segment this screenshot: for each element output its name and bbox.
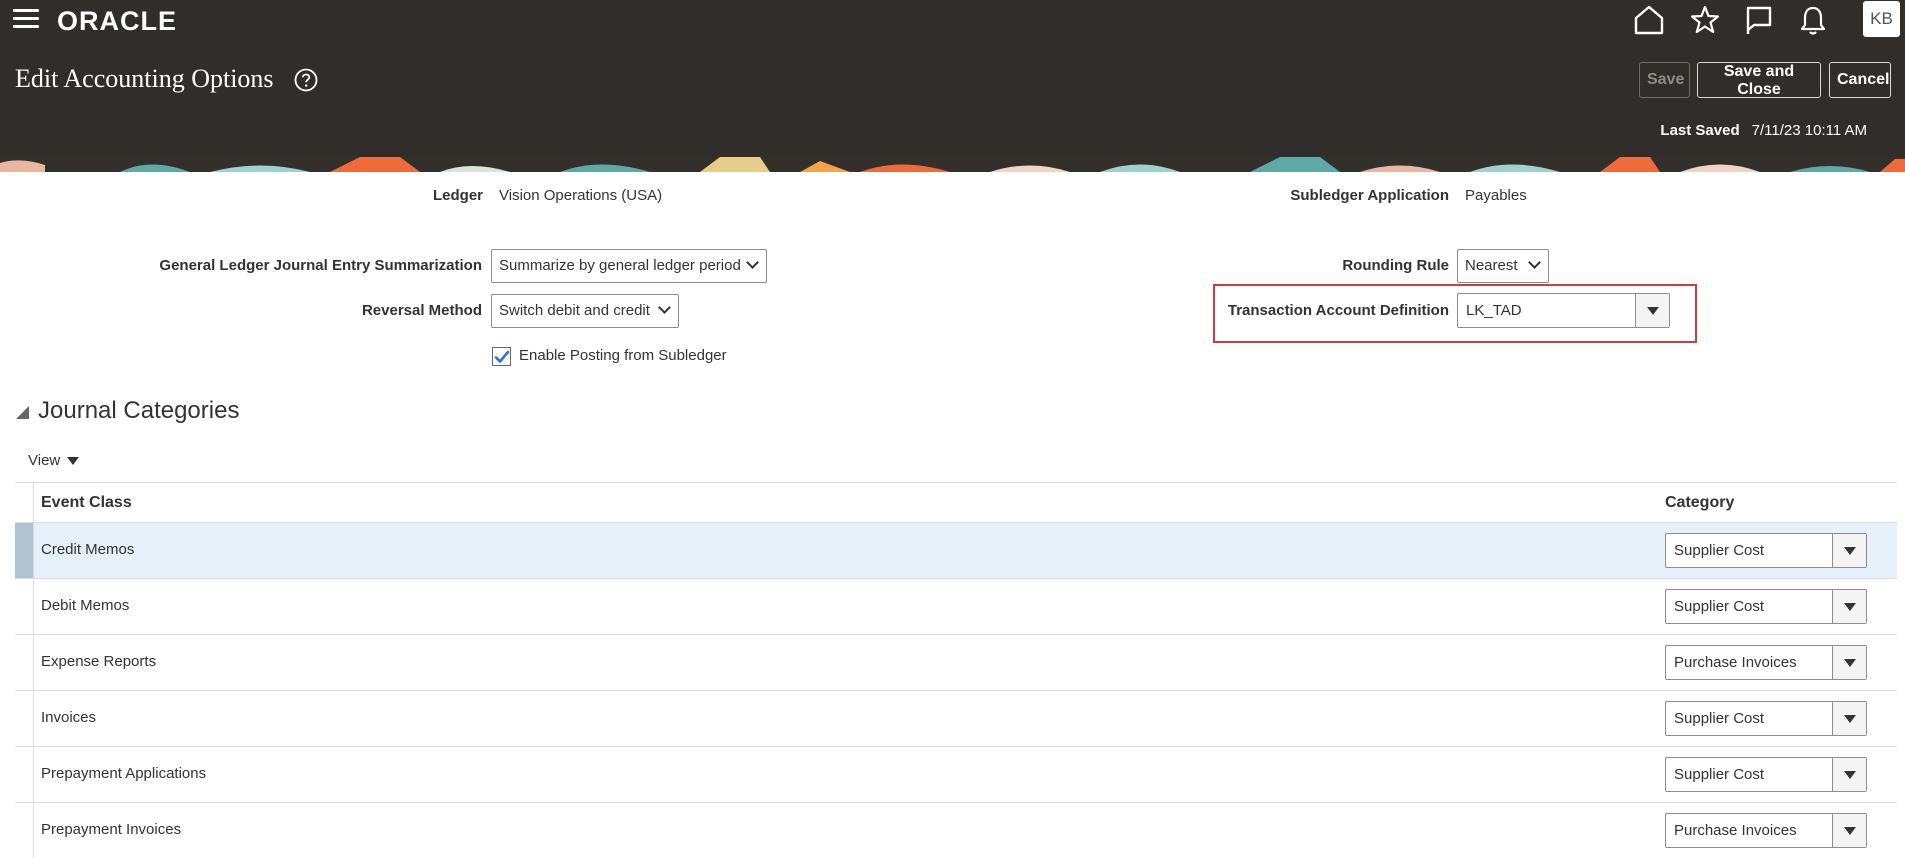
table-row[interactable]: Prepayment Invoices Purchase Invoices [15,803,1897,858]
navigator-menu-icon[interactable] [13,8,39,30]
dropdown-arrow-icon[interactable] [1832,814,1866,847]
category-value: Supplier Cost [1674,766,1765,783]
event-class-cell: Credit Memos [41,541,135,558]
page-title: Edit Accounting Options [15,64,274,93]
collapse-section-icon[interactable] [16,406,29,419]
category-combobox[interactable]: Supplier Cost [1665,701,1867,736]
rounding-rule-label: Rounding Rule [1342,257,1449,274]
view-menu-label: View [28,452,61,469]
home-icon[interactable] [1632,3,1666,37]
view-menu[interactable]: View [28,452,80,469]
category-combobox[interactable]: Supplier Cost [1665,757,1867,792]
row-selector[interactable] [15,579,34,634]
category-combobox[interactable]: Supplier Cost [1665,589,1867,624]
event-class-column-header[interactable]: Event Class [41,494,132,512]
dropdown-arrow-icon[interactable] [1832,590,1866,623]
chevron-down-icon [658,301,671,314]
gl-summarization-select[interactable]: Summarize by general ledger period [491,249,767,283]
rounding-rule-select[interactable]: Nearest [1457,249,1549,283]
category-column-header[interactable]: Category [1665,494,1734,512]
last-saved-info: Last Saved 7/11/23 10:11 AM [1660,122,1867,139]
row-selector[interactable] [15,747,34,802]
dropdown-arrow-icon[interactable] [1635,294,1669,327]
row-selector[interactable] [15,803,34,858]
last-saved-label: Last Saved [1660,122,1740,139]
help-icon[interactable] [294,68,318,92]
reversal-method-value: Switch debit and credit [499,302,650,319]
oracle-logo: ORACLE [57,6,177,36]
cancel-button[interactable]: Cancel [1829,62,1891,98]
event-class-cell: Debit Memos [41,597,130,614]
dropdown-arrow-icon[interactable] [1832,534,1866,567]
journal-categories-title: Journal Categories [38,397,240,424]
rounding-rule-value: Nearest [1465,257,1518,274]
last-saved-value: 7/11/23 10:11 AM [1751,122,1867,139]
category-value: Supplier Cost [1674,710,1765,727]
save-button[interactable]: Save [1639,62,1690,98]
subledger-application-label: Subledger Application [1290,187,1449,204]
reversal-method-label: Reversal Method [361,302,482,319]
enable-posting-checkbox[interactable] [492,347,511,366]
table-row[interactable]: Credit Memos Supplier Cost [15,523,1897,579]
transaction-account-definition-value: LK_TAD [1466,302,1522,319]
category-combobox[interactable]: Supplier Cost [1665,533,1867,568]
journal-categories-table: Event Class Category Credit Memos Suppli… [15,482,1897,858]
notifications-flag-icon[interactable] [1742,3,1776,37]
chevron-down-icon [1528,256,1541,269]
table-row[interactable]: Prepayment Applications Supplier Cost [15,747,1897,803]
enable-posting-label: Enable Posting from Subledger [519,347,727,364]
subledger-application-value: Payables [1465,187,1527,204]
category-value: Supplier Cost [1674,598,1765,615]
decorative-banner [0,157,1905,172]
table-row[interactable]: Invoices Supplier Cost [15,691,1897,747]
table-header: Event Class Category [15,482,1897,523]
save-and-close-button[interactable]: Save and Close [1697,62,1821,98]
event-class-cell: Prepayment Applications [41,765,207,782]
ledger-value: Vision Operations (USA) [499,187,663,204]
category-value: Purchase Invoices [1674,654,1797,671]
transaction-account-definition-label: Transaction Account Definition [1227,302,1449,319]
reversal-method-select[interactable]: Switch debit and credit [491,294,679,328]
caret-down-icon [67,457,80,466]
gl-summarization-value: Summarize by general ledger period [499,257,741,274]
user-avatar[interactable]: KB [1863,1,1900,37]
category-combobox[interactable]: Purchase Invoices [1665,645,1867,680]
row-selector[interactable] [15,523,34,578]
event-class-cell: Invoices [41,709,97,726]
dropdown-arrow-icon[interactable] [1832,702,1866,735]
event-class-cell: Expense Reports [41,653,157,670]
chevron-down-icon [746,256,759,269]
global-header: ORACLE KB Edit Accounting Options Save S… [0,0,1905,157]
category-value: Supplier Cost [1674,542,1765,559]
transaction-account-definition-combobox[interactable]: LK_TAD [1457,293,1670,328]
ledger-label: Ledger [432,187,483,204]
favorites-star-icon[interactable] [1688,3,1722,37]
row-selector[interactable] [15,691,34,746]
row-selector[interactable] [15,635,34,690]
category-value: Purchase Invoices [1674,822,1797,839]
dropdown-arrow-icon[interactable] [1832,758,1866,791]
gl-summarization-label: General Ledger Journal Entry Summarizati… [159,257,482,274]
table-row[interactable]: Debit Memos Supplier Cost [15,579,1897,635]
event-class-cell: Prepayment Invoices [41,821,182,838]
bell-icon[interactable] [1796,3,1830,37]
table-row[interactable]: Expense Reports Purchase Invoices [15,635,1897,691]
category-combobox[interactable]: Purchase Invoices [1665,813,1867,848]
dropdown-arrow-icon[interactable] [1832,646,1866,679]
